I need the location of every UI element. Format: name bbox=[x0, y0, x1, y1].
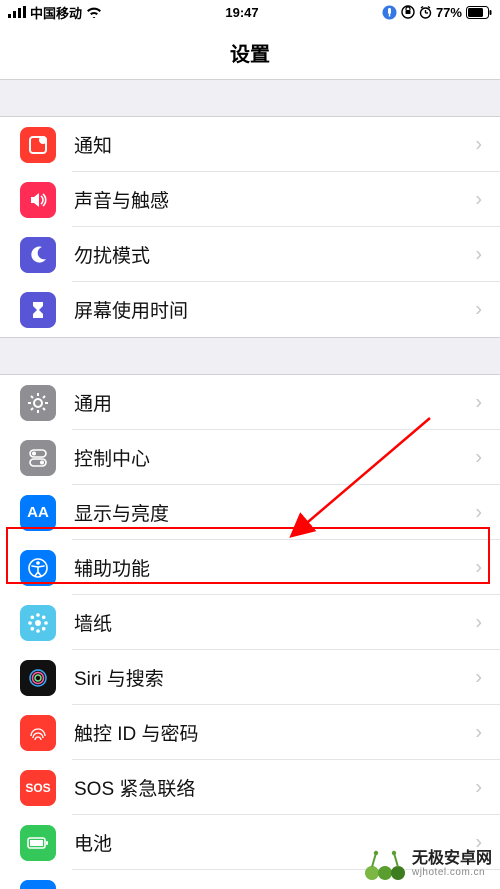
watermark-url: wjhotel.com.cn bbox=[412, 867, 492, 878]
row-control-center[interactable]: 控制中心 › bbox=[0, 430, 500, 485]
screentime-icon bbox=[20, 292, 56, 328]
orientation-lock-icon bbox=[401, 5, 415, 19]
touchid-icon bbox=[20, 715, 56, 751]
row-touchid[interactable]: 触控 ID 与密码 › bbox=[0, 705, 500, 760]
watermark-title: 无极安卓网 bbox=[412, 850, 492, 868]
status-right: 77% bbox=[382, 5, 492, 20]
row-label: 触控 ID 与密码 bbox=[74, 719, 199, 746]
watermark-logo-icon bbox=[364, 847, 406, 881]
sos-icon: SOS bbox=[20, 770, 56, 806]
general-icon bbox=[20, 385, 56, 421]
sound-icon bbox=[20, 182, 56, 218]
status-left: 中国移动 bbox=[8, 3, 102, 22]
row-display[interactable]: AA 显示与亮度 › bbox=[0, 485, 500, 540]
chevron-right-icon: › bbox=[475, 391, 482, 414]
settings-screen: 中国移动 19:47 77% 设置 bbox=[0, 0, 500, 889]
section-gap bbox=[0, 80, 500, 116]
row-accessibility[interactable]: 辅助功能 › bbox=[0, 540, 500, 595]
row-label: 勿扰模式 bbox=[74, 241, 150, 268]
battery-icon bbox=[20, 825, 56, 861]
chevron-right-icon: › bbox=[475, 188, 482, 211]
settings-group-1: 通知 › 声音与触感 › 勿扰模式 › 屏幕使用时间 › bbox=[0, 116, 500, 338]
settings-header: 设置 bbox=[0, 24, 500, 80]
row-sounds[interactable]: 声音与触感 › bbox=[0, 172, 500, 227]
chevron-right-icon: › bbox=[475, 501, 482, 524]
row-sos[interactable]: SOS SOS 紧急联络 › bbox=[0, 760, 500, 815]
chevron-right-icon: › bbox=[475, 446, 482, 469]
row-label: 电池 bbox=[74, 829, 112, 856]
chevron-right-icon: › bbox=[475, 133, 482, 156]
row-siri[interactable]: Siri 与搜索 › bbox=[0, 650, 500, 705]
watermark: 无极安卓网 wjhotel.com.cn bbox=[364, 847, 492, 881]
chevron-right-icon: › bbox=[475, 611, 482, 634]
chevron-right-icon: › bbox=[475, 298, 482, 321]
row-label: 声音与触感 bbox=[74, 186, 169, 213]
carrier-label: 中国移动 bbox=[30, 3, 82, 22]
privacy-icon bbox=[20, 880, 56, 889]
settings-group-2: 通用 › 控制中心 › AA 显示与亮度 › 辅助功能 › 墙纸 bbox=[0, 374, 500, 889]
row-label: 通用 bbox=[74, 389, 112, 416]
row-label: 隐私 bbox=[74, 884, 112, 889]
section-gap bbox=[0, 338, 500, 374]
row-label: 控制中心 bbox=[74, 444, 150, 471]
wifi-icon bbox=[86, 6, 102, 18]
battery-status-icon bbox=[466, 6, 492, 19]
chevron-right-icon: › bbox=[475, 776, 482, 799]
battery-pct: 77% bbox=[436, 5, 462, 20]
row-label: 墙纸 bbox=[74, 609, 112, 636]
status-bar: 中国移动 19:47 77% bbox=[0, 0, 500, 24]
row-label: SOS 紧急联络 bbox=[74, 774, 195, 801]
chevron-right-icon: › bbox=[475, 243, 482, 266]
row-general[interactable]: 通用 › bbox=[0, 375, 500, 430]
row-label: Siri 与搜索 bbox=[74, 664, 164, 691]
row-dnd[interactable]: 勿扰模式 › bbox=[0, 227, 500, 282]
chevron-right-icon: › bbox=[475, 556, 482, 579]
accessibility-icon bbox=[20, 550, 56, 586]
notification-icon bbox=[20, 127, 56, 163]
row-label: 屏幕使用时间 bbox=[74, 296, 188, 323]
page-title: 设置 bbox=[230, 44, 270, 66]
wallpaper-icon bbox=[20, 605, 56, 641]
voice-icon bbox=[382, 5, 397, 20]
row-notifications[interactable]: 通知 › bbox=[0, 117, 500, 172]
dnd-icon bbox=[20, 237, 56, 273]
display-icon: AA bbox=[20, 495, 56, 531]
row-label: 显示与亮度 bbox=[74, 499, 169, 526]
control-center-icon bbox=[20, 440, 56, 476]
row-label: 通知 bbox=[74, 131, 112, 158]
row-label: 辅助功能 bbox=[74, 554, 150, 581]
signal-icon bbox=[8, 6, 26, 18]
alarm-icon bbox=[419, 6, 432, 19]
status-time: 19:47 bbox=[225, 5, 258, 20]
siri-icon bbox=[20, 660, 56, 696]
row-screentime[interactable]: 屏幕使用时间 › bbox=[0, 282, 500, 337]
chevron-right-icon: › bbox=[475, 666, 482, 689]
chevron-right-icon: › bbox=[475, 721, 482, 744]
row-wallpaper[interactable]: 墙纸 › bbox=[0, 595, 500, 650]
